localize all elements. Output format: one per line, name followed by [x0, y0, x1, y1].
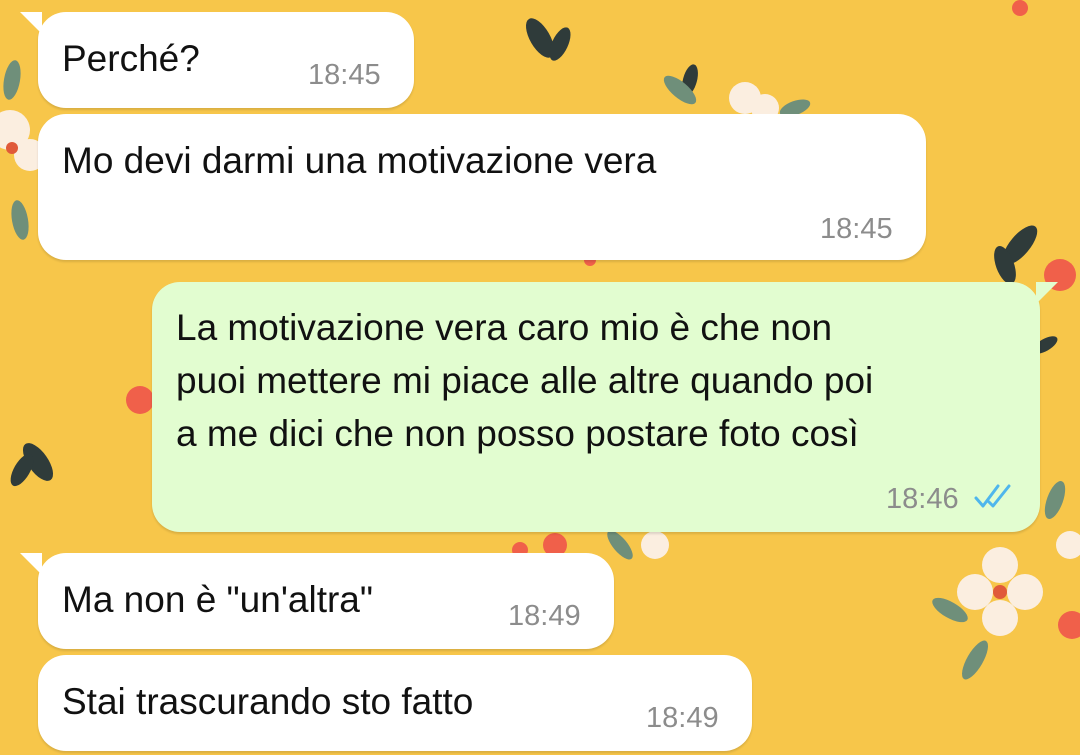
message-text: La motivazione vera caro mio è che non p…: [176, 307, 874, 454]
incoming-message-bubble[interactable]: Stai trascurando sto fatto 18:49: [38, 655, 752, 751]
message-text: Perché?: [62, 38, 200, 79]
message-time: 18:49: [646, 702, 719, 734]
message-text: Mo devi darmi una motivazione vera: [62, 140, 657, 181]
double-check-read-icon: [974, 484, 1011, 508]
message-text: Stai trascurando sto fatto: [62, 681, 474, 722]
chat-area[interactable]: Perché? 18:45 Mo devi darmi una motivazi…: [0, 0, 1080, 755]
incoming-message-bubble[interactable]: Mo devi darmi una motivazione vera 18:45: [38, 114, 926, 260]
message-text: Ma non è "un'altra": [62, 579, 374, 620]
outgoing-message-bubble[interactable]: La motivazione vera caro mio è che non p…: [152, 282, 1058, 532]
message-time: 18:45: [308, 59, 381, 91]
message-time: 18:46: [886, 483, 959, 515]
bubble-tail: [1036, 282, 1058, 304]
bubble-tail: [20, 12, 42, 34]
incoming-message-bubble[interactable]: Ma non è "un'altra" 18:49: [20, 553, 614, 649]
message-time: 18:45: [820, 213, 893, 245]
message-time: 18:49: [508, 600, 581, 632]
bubble-tail: [20, 553, 42, 575]
incoming-message-bubble[interactable]: Perché? 18:45: [20, 12, 414, 108]
